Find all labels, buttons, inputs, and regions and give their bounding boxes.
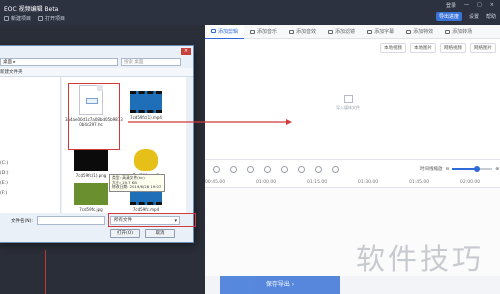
new-folder-button[interactable]: 新建文件夹	[0, 70, 23, 75]
zoom-in-icon[interactable]: ⊕	[495, 167, 499, 172]
music-icon	[250, 29, 256, 34]
tab-label: 添加音乐	[257, 29, 278, 35]
image-thumbnail-icon	[74, 149, 108, 171]
volume-icon[interactable]	[315, 166, 322, 173]
file-tooltip: 类型: 高清文件(hc) 大小: 19.7 KB 修改日期: 2019/8/28…	[109, 174, 165, 192]
import-drop-area[interactable]: 导入媒体文件	[333, 95, 363, 111]
drag-arrow-icon	[128, 119, 292, 125]
subtitle-icon	[367, 29, 373, 34]
cut-icon[interactable]	[247, 166, 254, 173]
transition-icon	[445, 29, 451, 34]
watermark-text: 软件技巧	[356, 242, 485, 276]
import-hint: 导入媒体文件	[336, 105, 360, 110]
sidebar-drive-f[interactable]: (F:)	[0, 191, 7, 196]
title-bar: EOC 视频编辑 Beta 新建项目 打开项目 登录 一 □ × 导出进度 设置…	[0, 0, 500, 25]
export-button[interactable]: 保存导出 ›	[220, 276, 340, 294]
file-name: 7cd59fc(1).png	[75, 173, 107, 178]
timeline-ruler: 00:45.00 01:00.00 01:15.00 01:30.00 01:45.00…	[205, 179, 500, 188]
export-progress-button[interactable]: 导出进度	[435, 12, 462, 21]
filename-label: 文件名(N):	[11, 219, 33, 224]
dialog-close-button[interactable]: ×	[181, 48, 191, 55]
ruler-tick-label: 00:45.00	[205, 180, 226, 185]
file-name: 7cd59fc.jpg	[79, 207, 103, 212]
login-link[interactable]: 登录	[446, 2, 456, 9]
tooltip-date: 修改日期: 2019/8/28 19:07	[112, 184, 162, 190]
filename-input[interactable]	[37, 216, 105, 225]
effect-icon	[406, 29, 412, 34]
search-input[interactable]: 搜索 桌面	[121, 58, 181, 66]
tab-label: 添加特效	[413, 29, 434, 35]
selected-file-highlight	[68, 83, 120, 150]
ruler-tick-label: 01:00.00	[256, 180, 277, 185]
dialog-sidebar: (C:) (D:) (E:) (F:)	[0, 77, 61, 213]
timeline-tools	[213, 166, 339, 173]
tab-add-clip[interactable]: 添加剪辑	[205, 24, 245, 39]
zoom-out-icon[interactable]: ⊖	[446, 167, 450, 172]
screen: EOC 视频编辑 Beta 新建项目 打开项目 登录 一 □ × 导出进度 设置…	[0, 0, 500, 294]
timeline-zoom: 时间线缩放 ⊖ ⊕	[420, 166, 499, 172]
ruler-tick-label: 02:00.00	[460, 180, 481, 185]
close-window-button[interactable]: ×	[490, 2, 494, 9]
new-project-menu[interactable]: 新建项目	[4, 15, 31, 22]
ruler-tick-label: 01:30.00	[358, 180, 379, 185]
window-controls: 登录 一 □ ×	[446, 2, 494, 9]
open-project-icon	[38, 16, 43, 21]
zoom-label: 时间线缩放	[420, 167, 443, 172]
redo-icon[interactable]	[230, 166, 237, 173]
tab-label: 添加字幕	[374, 29, 395, 35]
cancel-button[interactable]: 取消	[145, 229, 175, 238]
image-thumbnail-icon	[74, 183, 108, 205]
tab-label: 添加音效	[296, 29, 317, 35]
online-image-button[interactable]: 网络图片	[470, 43, 496, 53]
undo-icon[interactable]	[213, 166, 220, 173]
media-import-buttons: 本地视频 本地图片 网络视频 网络图片	[380, 43, 496, 53]
online-video-button[interactable]: 网络视频	[440, 43, 466, 53]
import-icon	[343, 95, 353, 103]
zoom-slider[interactable]	[452, 166, 493, 172]
rotate-icon[interactable]	[332, 166, 339, 173]
tab-label: 添加滤镜	[335, 29, 356, 35]
file-type-highlight	[108, 213, 196, 227]
ruler-tick-label: 01:15.00	[307, 180, 328, 185]
new-project-icon	[4, 16, 9, 21]
dialog-toolbar: 新建文件夹	[0, 68, 193, 77]
sidebar-drive-d[interactable]: (D:)	[0, 171, 9, 176]
settings-button[interactable]: 设置	[469, 13, 479, 20]
open-project-label: 打开项目	[45, 16, 66, 22]
zoom-slider-knob[interactable]	[474, 166, 481, 172]
timeline-toolbar: 时间线缩放 ⊖ ⊕	[205, 159, 500, 179]
tab-add-effect[interactable]: 添加特效	[400, 25, 439, 39]
tab-add-music[interactable]: 添加音乐	[244, 25, 283, 39]
file-name: 7cd59fc.mp4	[132, 207, 160, 212]
playhead-line	[45, 250, 46, 294]
filter-icon	[328, 29, 334, 34]
media-tabs: 添加剪辑 添加音乐 添加音效 添加滤镜 添加字幕 添加特效 添加转场	[205, 24, 500, 39]
clip-icon	[211, 29, 216, 33]
open-button[interactable]: 打开(O)	[110, 229, 140, 238]
audio-thumbnail-icon	[134, 149, 158, 171]
sidebar-drive-e[interactable]: (E:)	[0, 181, 8, 186]
tab-add-sound[interactable]: 添加音效	[283, 25, 322, 39]
delete-icon[interactable]	[264, 166, 271, 173]
toolbar-right: 导出进度 设置 帮助	[435, 12, 496, 21]
speed-icon[interactable]	[298, 166, 305, 173]
sidebar-drive-c[interactable]: (C:)	[0, 161, 8, 166]
open-project-menu[interactable]: 打开项目	[38, 15, 65, 22]
tab-add-transition[interactable]: 添加转场	[439, 25, 478, 39]
app-logo: EOC 视频编辑 Beta	[4, 6, 59, 13]
crop-icon[interactable]	[281, 166, 288, 173]
tab-label: 添加剪辑	[218, 28, 239, 35]
local-video-button[interactable]: 本地视频	[380, 43, 406, 53]
ruler-tick-label: 01:45.00	[409, 180, 430, 185]
address-bar[interactable]: 桌面 ▸	[0, 58, 118, 66]
tab-add-filter[interactable]: 添加滤镜	[322, 25, 361, 39]
minimize-button[interactable]: 一	[464, 2, 469, 9]
tab-add-subtitle[interactable]: 添加字幕	[361, 25, 400, 39]
local-image-button[interactable]: 本地图片	[410, 43, 436, 53]
tab-label: 添加转场	[452, 29, 473, 35]
maximize-button[interactable]: □	[477, 2, 482, 9]
sound-icon	[289, 29, 295, 34]
help-button[interactable]: 帮助	[486, 13, 496, 20]
new-project-label: 新建项目	[11, 16, 32, 22]
